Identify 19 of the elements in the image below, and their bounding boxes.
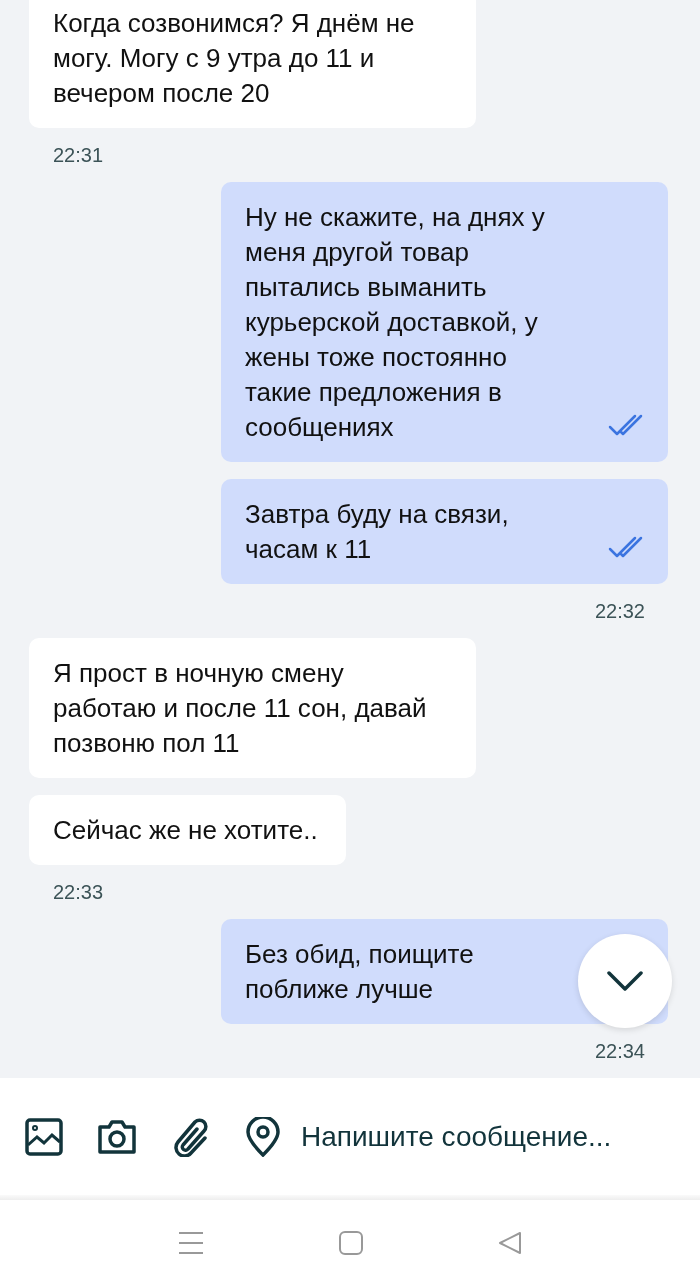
message-text: Когда созвонимся? Я днём не могу. Могу с 9 утра до 11 и вечером после 20	[53, 7, 416, 110]
message-input[interactable]: Напишите сообщение...	[301, 1115, 700, 1158]
back-triangle-icon[interactable]	[498, 1230, 522, 1255]
home-square-icon[interactable]	[339, 1230, 363, 1255]
image-icon[interactable]	[25, 1117, 63, 1156]
menu-icon[interactable]	[178, 1230, 204, 1255]
location-pin-icon[interactable]	[245, 1116, 281, 1157]
message-text: Я прост в ночную смену работаю и после 11 сон, давай позвоню пол 11	[53, 657, 428, 760]
message-text: Завтра буду на связи, часам к 11	[245, 498, 510, 566]
message-text: Без обид, поищите поближе лучше	[245, 938, 475, 1006]
message-time: 22:31	[53, 143, 104, 168]
camera-icon[interactable]	[97, 1118, 137, 1155]
message-time: 22:32	[594, 599, 645, 624]
paperclip-icon[interactable]	[171, 1116, 211, 1157]
message-text: Сейчас же не хотите..	[53, 814, 318, 847]
chevron-down-icon	[607, 971, 643, 991]
message-time: 22:33	[53, 880, 104, 905]
message-time: 22:34	[594, 1039, 645, 1064]
message-text: Ну не скажите, на днях у меня другой товар пытались выманить курьерской доставкой, у жены тоже постоянно такие предложения в сообщениях	[245, 201, 546, 444]
